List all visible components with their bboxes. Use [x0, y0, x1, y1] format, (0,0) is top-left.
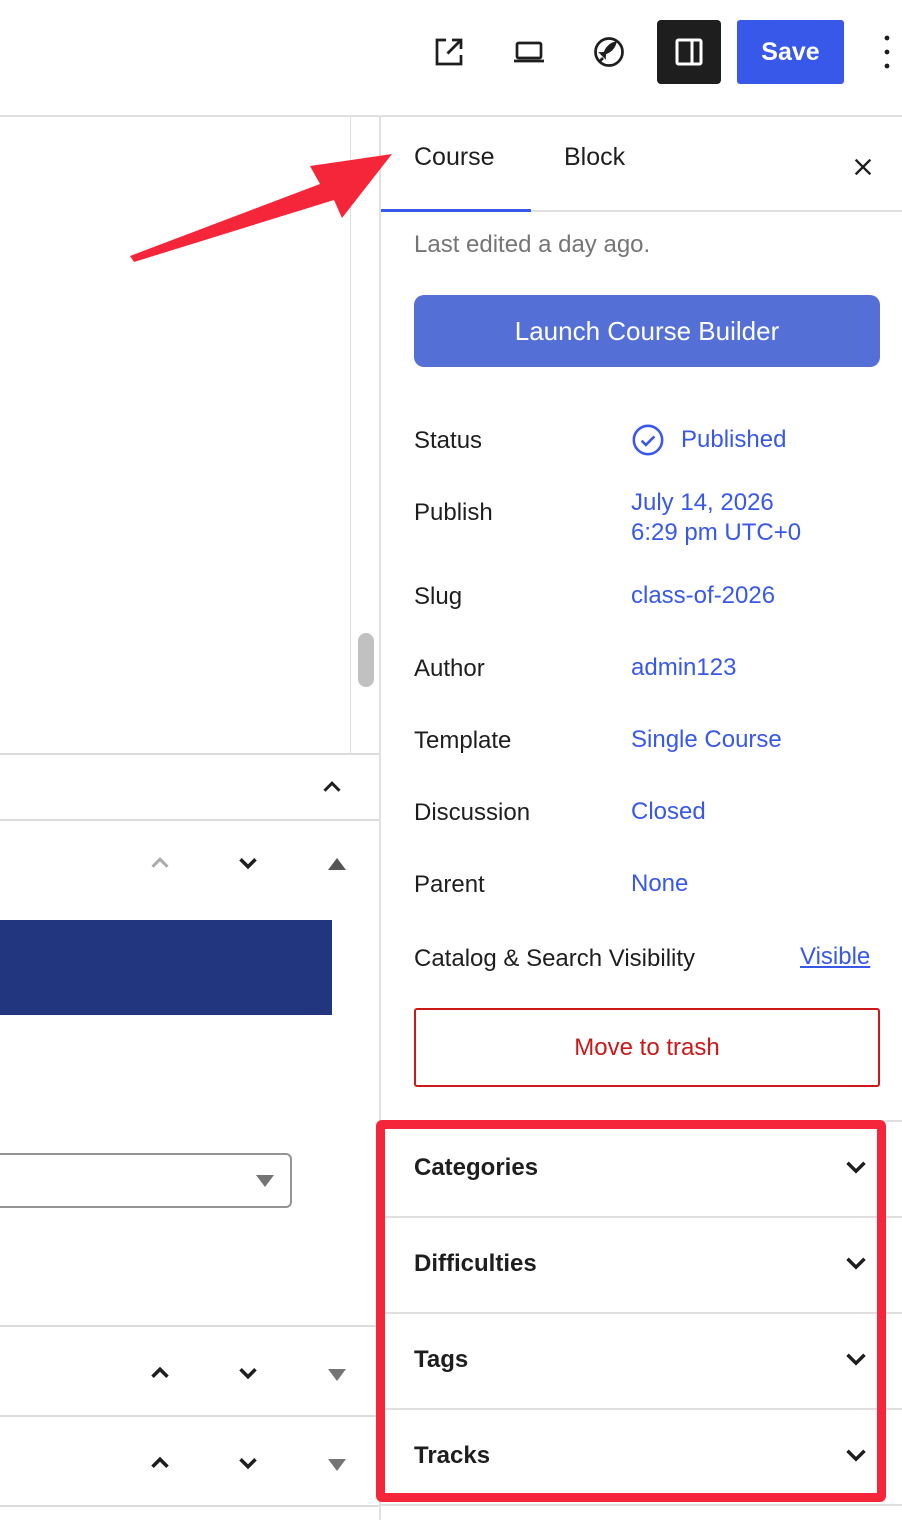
author-value[interactable]: admin123	[631, 653, 736, 683]
publish-date: July 14, 2026	[631, 489, 774, 516]
check-circle-icon	[632, 424, 664, 456]
editor-toolbar: Save	[0, 0, 902, 117]
close-icon[interactable]	[843, 147, 883, 187]
chevron-up-icon[interactable]	[312, 767, 352, 807]
meta-box-header	[0, 753, 379, 821]
discussion-value[interactable]: Closed	[631, 797, 706, 827]
collapse-toggle-icon[interactable]	[328, 858, 346, 870]
visibility-value[interactable]: Visible	[800, 943, 870, 971]
vertical-ellipsis-icon[interactable]	[872, 20, 902, 84]
last-edited-text: Last edited a day ago.	[414, 231, 651, 258]
slug-label: Slug	[414, 583, 463, 610]
editor-canvas	[0, 117, 379, 1520]
move-down-icon[interactable]	[228, 1443, 268, 1483]
template-value[interactable]: Single Course	[631, 725, 782, 755]
visibility-label: Catalog & Search Visibility	[414, 945, 696, 972]
expand-toggle-icon[interactable]	[328, 1459, 346, 1471]
author-label: Author	[414, 655, 485, 682]
move-up-icon	[140, 843, 180, 883]
move-up-icon[interactable]	[140, 1353, 180, 1393]
sidebar-tabs: Course Block	[381, 117, 902, 212]
discussion-label: Discussion	[414, 799, 531, 826]
meta-box	[0, 1325, 379, 1417]
move-down-icon[interactable]	[228, 1353, 268, 1393]
move-up-icon[interactable]	[140, 1443, 180, 1483]
annotation-highlight-box	[376, 1120, 886, 1502]
meta-box	[0, 1415, 379, 1507]
status-value[interactable]: Published	[631, 423, 786, 457]
move-to-trash-button[interactable]: Move to trash	[414, 1008, 880, 1087]
external-link-icon[interactable]	[417, 20, 481, 84]
template-label: Template	[414, 727, 512, 754]
tab-course[interactable]: Course	[414, 143, 495, 172]
status-text: Published	[681, 426, 787, 453]
publish-date-value[interactable]: July 14, 2026 6:29 pm UTC+0	[631, 488, 801, 548]
status-label: Status	[414, 427, 483, 454]
dropdown-arrow-icon	[256, 1175, 274, 1187]
slug-value[interactable]: class-of-2026	[631, 581, 775, 611]
parent-value[interactable]: None	[631, 869, 688, 899]
active-tab-indicator	[381, 209, 531, 212]
rocket-icon[interactable]	[577, 20, 641, 84]
launch-course-builder-button[interactable]: Launch Course Builder	[414, 295, 880, 367]
save-button[interactable]: Save	[737, 20, 844, 84]
publish-label: Publish	[414, 499, 493, 526]
move-down-icon[interactable]	[228, 843, 268, 883]
expand-toggle-icon[interactable]	[328, 1369, 346, 1381]
block-banner	[0, 920, 332, 1015]
publish-time: 6:29 pm UTC+0	[631, 519, 802, 546]
annotation-arrow	[130, 154, 392, 262]
parent-label: Parent	[414, 871, 485, 898]
meta-box	[0, 819, 379, 1327]
sidebar-toggle-icon[interactable]	[657, 20, 721, 84]
scrollbar-thumb[interactable]	[358, 633, 374, 687]
select-dropdown[interactable]	[0, 1153, 292, 1208]
tab-block[interactable]: Block	[564, 143, 625, 172]
laptop-icon[interactable]	[497, 20, 561, 84]
